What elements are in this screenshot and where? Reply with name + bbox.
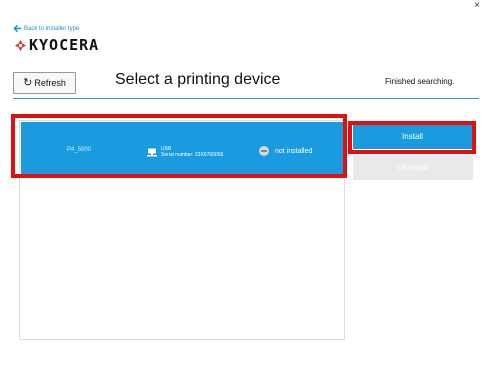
device-connection: USB Serial number: 23X0700056: [147, 146, 223, 158]
header-divider: [13, 98, 479, 99]
close-window-button[interactable]: ×: [474, 0, 480, 12]
device-name: P4_5000: [67, 147, 92, 153]
device-row-selected[interactable]: P4_5000 USB Serial number: 23X0700056 no…: [21, 122, 343, 178]
refresh-label: Refresh: [34, 78, 66, 88]
kyocera-logo: KYOCERA: [14, 38, 99, 53]
kyocera-mark-icon: [14, 39, 27, 52]
arrow-left-icon: [13, 24, 22, 33]
usb-icon: [147, 148, 157, 156]
refresh-icon: ↻: [23, 76, 33, 89]
brand-name: KYOCERA: [29, 36, 100, 54]
refresh-button[interactable]: ↻ Refresh: [13, 72, 76, 94]
device-list[interactable]: P4_5000 USB Serial number: 23X0700056 no…: [19, 120, 345, 340]
install-state: not installed: [259, 146, 312, 156]
back-link-label: Back to installer type: [24, 25, 80, 32]
serial-number: Serial number: 23X0700056: [161, 152, 224, 158]
not-installed-icon: [259, 146, 269, 156]
install-state-label: not installed: [275, 147, 313, 155]
search-status: Finished searching.: [385, 77, 455, 86]
page-title: Select a printing device: [115, 71, 281, 88]
back-to-installer-type-link[interactable]: Back to installer type: [13, 24, 79, 33]
uninstall-button[interactable]: Uninstall: [353, 155, 473, 180]
install-button[interactable]: Install: [353, 124, 472, 149]
